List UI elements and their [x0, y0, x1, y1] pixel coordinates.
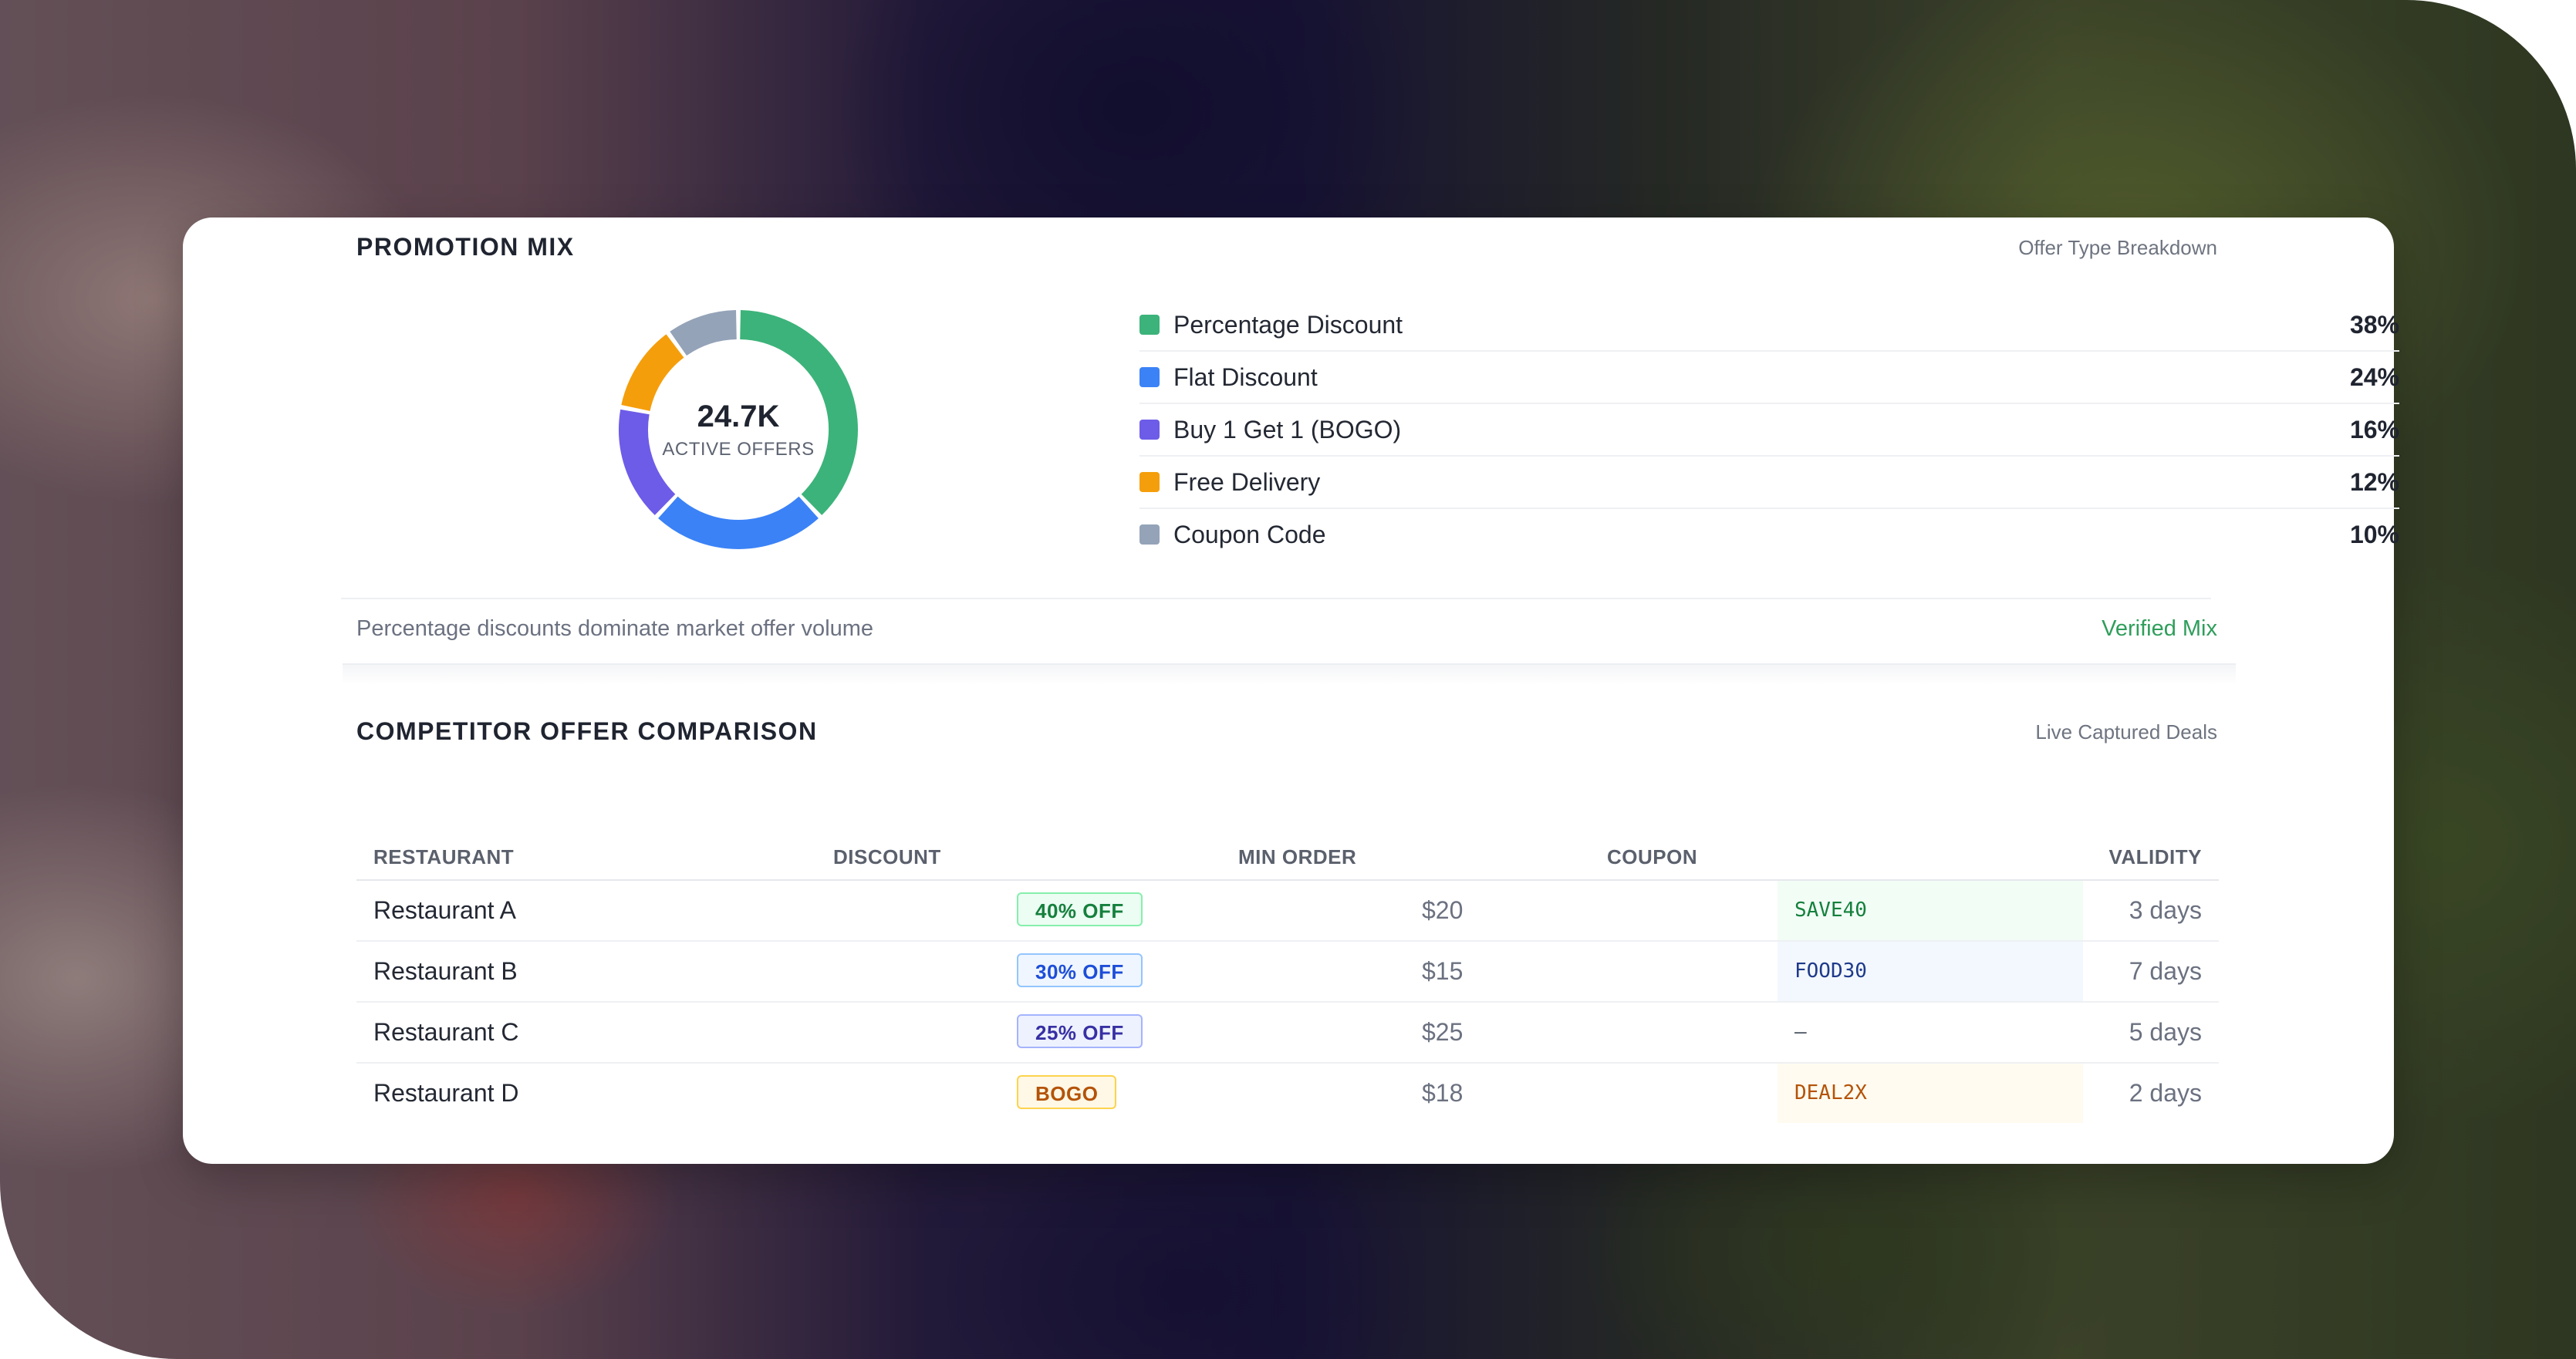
restaurant-name: Restaurant A — [373, 896, 516, 924]
legend-item: Free Delivery 12% — [1139, 457, 2399, 509]
donut-total-value: 24.7K — [697, 399, 780, 433]
legend-label: Flat Discount — [1173, 363, 1318, 391]
table-row: Restaurant D BOGO $18 DEAL2X 2 days — [356, 1064, 2219, 1123]
restaurant-name: Restaurant D — [373, 1079, 519, 1107]
coupon-code: — — [1778, 1003, 2083, 1062]
legend-item: Coupon Code 10% — [1139, 509, 2399, 560]
legend-swatch — [1139, 420, 1160, 440]
validity-value: 3 days — [2129, 896, 2202, 924]
competitor-subtitle: Live Captured Deals — [2035, 720, 2217, 744]
legend-swatch — [1139, 472, 1160, 492]
donut-center: 24.7K ACTIVE OFFERS — [611, 302, 866, 557]
legend-value: 38% — [2349, 310, 2399, 339]
coupon-code: SAVE40 — [1778, 881, 2083, 940]
legend-label: Percentage Discount — [1173, 310, 1403, 339]
discount-badge: BOGO — [1017, 1075, 1117, 1109]
min-order-value: $15 — [1422, 957, 1464, 985]
legend-value: 10% — [2349, 520, 2399, 548]
coupon-code: DEAL2X — [1778, 1064, 2083, 1123]
column-header-coupon: COUPON — [1607, 845, 1698, 868]
discount-badge: 30% OFF — [1017, 953, 1143, 987]
validity-value: 2 days — [2129, 1079, 2202, 1107]
competitor-title: COMPETITOR OFFER COMPARISON — [356, 717, 818, 745]
legend-swatch — [1139, 315, 1160, 335]
column-header-discount: DISCOUNT — [833, 845, 941, 868]
legend-item: Percentage Discount 38% — [1139, 299, 2399, 352]
table-row: Restaurant C 25% OFF $25 — 5 days — [356, 1003, 2219, 1064]
legend-label: Free Delivery — [1173, 467, 1321, 496]
discount-badge: 25% OFF — [1017, 1014, 1143, 1048]
section-divider — [341, 598, 2211, 599]
table-row: Restaurant A 40% OFF $20 SAVE40 3 days — [356, 881, 2219, 942]
table-header: RESTAURANT DISCOUNT MIN ORDER COUPON VAL… — [356, 835, 2219, 881]
column-header-min-order: MIN ORDER — [1238, 845, 1357, 868]
discount-badge: 40% OFF — [1017, 892, 1143, 926]
legend-swatch — [1139, 524, 1160, 545]
legend-value: 16% — [2349, 415, 2399, 443]
section-separator-band — [343, 663, 2236, 685]
legend-value: 24% — [2349, 363, 2399, 391]
restaurant-name: Restaurant C — [373, 1018, 519, 1046]
promotion-donut-chart: 24.7K ACTIVE OFFERS — [611, 302, 866, 557]
min-order-value: $20 — [1422, 896, 1464, 924]
min-order-value: $25 — [1422, 1018, 1464, 1046]
dashboard-card: PROMOTION MIX Offer Type Breakdown 24.7K… — [183, 218, 2399, 1164]
legend-swatch — [1139, 367, 1160, 387]
donut-total-label: ACTIVE OFFERS — [662, 438, 815, 460]
legend-label: Buy 1 Get 1 (BOGO) — [1173, 415, 1402, 443]
validity-value: 5 days — [2129, 1018, 2202, 1046]
promotion-mix-title: PROMOTION MIX — [356, 233, 575, 261]
verified-mix-status: Verified Mix — [2102, 616, 2217, 641]
validity-value: 7 days — [2129, 957, 2202, 985]
legend-item: Buy 1 Get 1 (BOGO) 16% — [1139, 404, 2399, 457]
promotion-mix-note: Percentage discounts dominate market off… — [356, 616, 874, 641]
restaurant-name: Restaurant B — [373, 957, 518, 985]
legend-value: 12% — [2349, 467, 2399, 496]
coupon-code: FOOD30 — [1778, 942, 2083, 1001]
legend-label: Coupon Code — [1173, 520, 1326, 548]
column-header-restaurant: RESTAURANT — [373, 845, 515, 868]
min-order-value: $18 — [1422, 1079, 1464, 1107]
promotion-legend: Percentage Discount 38% Flat Discount 24… — [1139, 299, 2399, 560]
legend-item: Flat Discount 24% — [1139, 352, 2399, 404]
promotion-mix-subtitle: Offer Type Breakdown — [2018, 236, 2217, 259]
competitor-table: RESTAURANT DISCOUNT MIN ORDER COUPON VAL… — [356, 835, 2219, 1123]
table-row: Restaurant B 30% OFF $15 FOOD30 7 days — [356, 942, 2219, 1003]
column-header-validity: VALIDITY — [2108, 845, 2202, 868]
